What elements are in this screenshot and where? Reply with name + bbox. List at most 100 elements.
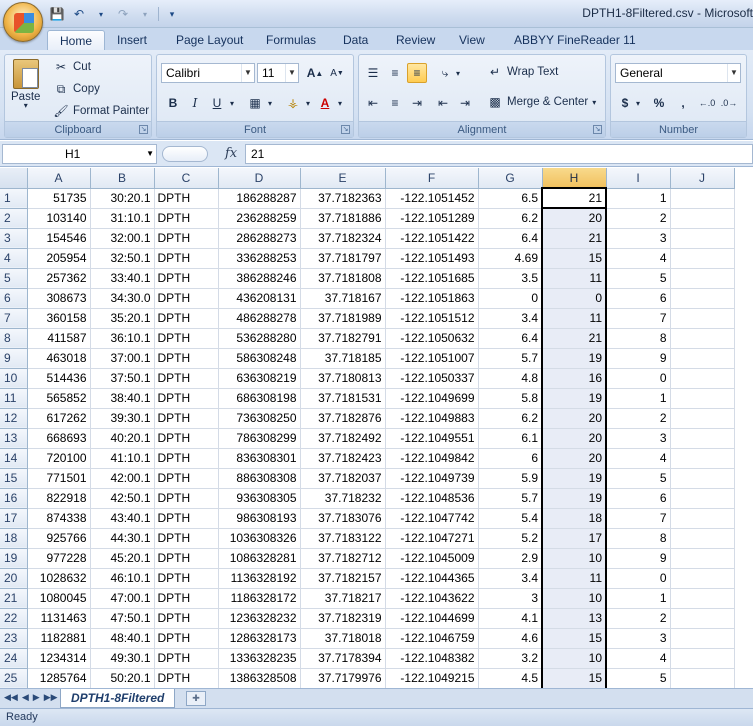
alignment-launcher-icon[interactable]: ↘ [593, 125, 602, 134]
align-right-icon[interactable]: ⇥ [407, 93, 427, 113]
formula-bar-resize-handle[interactable] [162, 146, 208, 162]
cell-f[interactable]: -122.1045009 [385, 548, 479, 569]
cell-e[interactable]: 37.7183076 [300, 508, 386, 529]
cell-j[interactable] [670, 668, 735, 688]
cell-c[interactable]: DPTH [154, 208, 219, 229]
cell-f[interactable]: -122.1051863 [385, 288, 479, 309]
cell-g[interactable]: 4.1 [478, 608, 543, 629]
cell-h[interactable]: 11 [541, 308, 607, 329]
cell-h[interactable]: 11 [541, 268, 607, 289]
cell-j[interactable] [670, 648, 735, 669]
cell-b[interactable]: 36:10.1 [90, 328, 155, 349]
cell-h[interactable]: 17 [541, 528, 607, 549]
cell-b[interactable]: 39:30.1 [90, 408, 155, 429]
align-top-icon[interactable]: ☰ [363, 63, 383, 83]
cell-f[interactable]: -122.1049739 [385, 468, 479, 489]
row-header[interactable]: 11 [0, 388, 28, 409]
cell-d[interactable]: 1286328173 [218, 628, 301, 649]
row-header[interactable]: 5 [0, 268, 28, 289]
cell-h[interactable]: 21 [541, 228, 607, 249]
cell-i[interactable]: 1 [606, 588, 671, 609]
cell-j[interactable] [670, 248, 735, 269]
cell-a[interactable]: 925766 [27, 528, 91, 549]
tab-view[interactable]: View [457, 30, 487, 50]
cell-d[interactable]: 936308305 [218, 488, 301, 509]
cell-c[interactable]: DPTH [154, 348, 219, 369]
cell-e[interactable]: 37.718232 [300, 488, 386, 509]
font-size-combo[interactable]: 11 ▼ [257, 63, 299, 83]
cell-d[interactable]: 736308250 [218, 408, 301, 429]
cell-a[interactable]: 205954 [27, 248, 91, 269]
cell-f[interactable]: -122.1051422 [385, 228, 479, 249]
cell-i[interactable]: 9 [606, 348, 671, 369]
cell-i[interactable]: 3 [606, 228, 671, 249]
copy-button[interactable]: ⧉ Copy [53, 81, 100, 97]
cell-h[interactable]: 18 [541, 508, 607, 529]
cell-h[interactable]: 0 [541, 288, 607, 309]
italic-button[interactable]: I [185, 93, 205, 113]
cell-b[interactable]: 47:50.1 [90, 608, 155, 629]
column-header-j[interactable]: J [670, 168, 735, 189]
decrease-indent-icon[interactable]: ⇤ [433, 93, 453, 113]
first-sheet-icon[interactable]: ◀◀ [4, 692, 18, 703]
prev-sheet-icon[interactable]: ◀ [22, 692, 29, 703]
cell-g[interactable]: 4.8 [478, 368, 543, 389]
cell-a[interactable]: 1182881 [27, 628, 91, 649]
cell-c[interactable]: DPTH [154, 588, 219, 609]
cell-d[interactable]: 1136328192 [218, 568, 301, 589]
redo-icon[interactable]: ↷ [114, 5, 132, 23]
name-box[interactable]: H1 ▼ [2, 144, 157, 164]
cell-b[interactable]: 38:40.1 [90, 388, 155, 409]
cell-i[interactable]: 5 [606, 468, 671, 489]
cell-b[interactable]: 37:50.1 [90, 368, 155, 389]
cell-h[interactable]: 19 [541, 348, 607, 369]
cell-f[interactable]: -122.1049551 [385, 428, 479, 449]
cell-h[interactable]: 20 [541, 408, 607, 429]
cell-c[interactable]: DPTH [154, 668, 219, 688]
cell-e[interactable]: 37.7181886 [300, 208, 386, 229]
column-header-h[interactable]: H [542, 168, 607, 189]
cell-g[interactable]: 3.4 [478, 568, 543, 589]
tab-data[interactable]: Data [341, 30, 370, 50]
currency-dropdown-icon[interactable]: ▾ [633, 93, 643, 113]
cell-e[interactable]: 37.7181531 [300, 388, 386, 409]
row-header[interactable]: 9 [0, 348, 28, 369]
align-bottom-icon[interactable]: ≡ [407, 63, 427, 83]
cell-g[interactable]: 4.69 [478, 248, 543, 269]
align-middle-icon[interactable]: ≡ [385, 63, 405, 83]
cell-d[interactable]: 1236328232 [218, 608, 301, 629]
cell-c[interactable]: DPTH [154, 428, 219, 449]
cell-f[interactable]: -122.1048382 [385, 648, 479, 669]
cell-d[interactable]: 386288246 [218, 268, 301, 289]
underline-button[interactable]: U [207, 93, 227, 113]
paste-button[interactable]: Paste ▾ [11, 59, 40, 110]
cell-i[interactable]: 8 [606, 528, 671, 549]
cell-e[interactable]: 37.7181808 [300, 268, 386, 289]
cell-e[interactable]: 37.7182791 [300, 328, 386, 349]
row-header[interactable]: 21 [0, 588, 28, 609]
cell-d[interactable]: 236288259 [218, 208, 301, 229]
cell-e[interactable]: 37.718167 [300, 288, 386, 309]
cell-e[interactable]: 37.718185 [300, 348, 386, 369]
cell-c[interactable]: DPTH [154, 608, 219, 629]
cell-j[interactable] [670, 548, 735, 569]
cell-e[interactable]: 37.7182319 [300, 608, 386, 629]
cell-a[interactable]: 514436 [27, 368, 91, 389]
cell-h[interactable]: 10 [541, 548, 607, 569]
font-color-icon[interactable]: A [315, 93, 335, 113]
cell-b[interactable]: 45:20.1 [90, 548, 155, 569]
cell-b[interactable]: 44:30.1 [90, 528, 155, 549]
align-center-icon[interactable]: ≡ [385, 93, 405, 113]
row-header[interactable]: 2 [0, 208, 28, 229]
cell-g[interactable]: 6.2 [478, 208, 543, 229]
customize-qat-icon[interactable]: ▾ [163, 5, 181, 23]
cell-a[interactable]: 771501 [27, 468, 91, 489]
cell-d[interactable]: 1336328235 [218, 648, 301, 669]
cell-c[interactable]: DPTH [154, 648, 219, 669]
cell-d[interactable]: 1386328508 [218, 668, 301, 688]
cell-e[interactable]: 37.7182037 [300, 468, 386, 489]
cell-b[interactable]: 32:50.1 [90, 248, 155, 269]
cell-b[interactable]: 48:40.1 [90, 628, 155, 649]
cell-f[interactable]: -122.1047742 [385, 508, 479, 529]
cell-c[interactable]: DPTH [154, 408, 219, 429]
